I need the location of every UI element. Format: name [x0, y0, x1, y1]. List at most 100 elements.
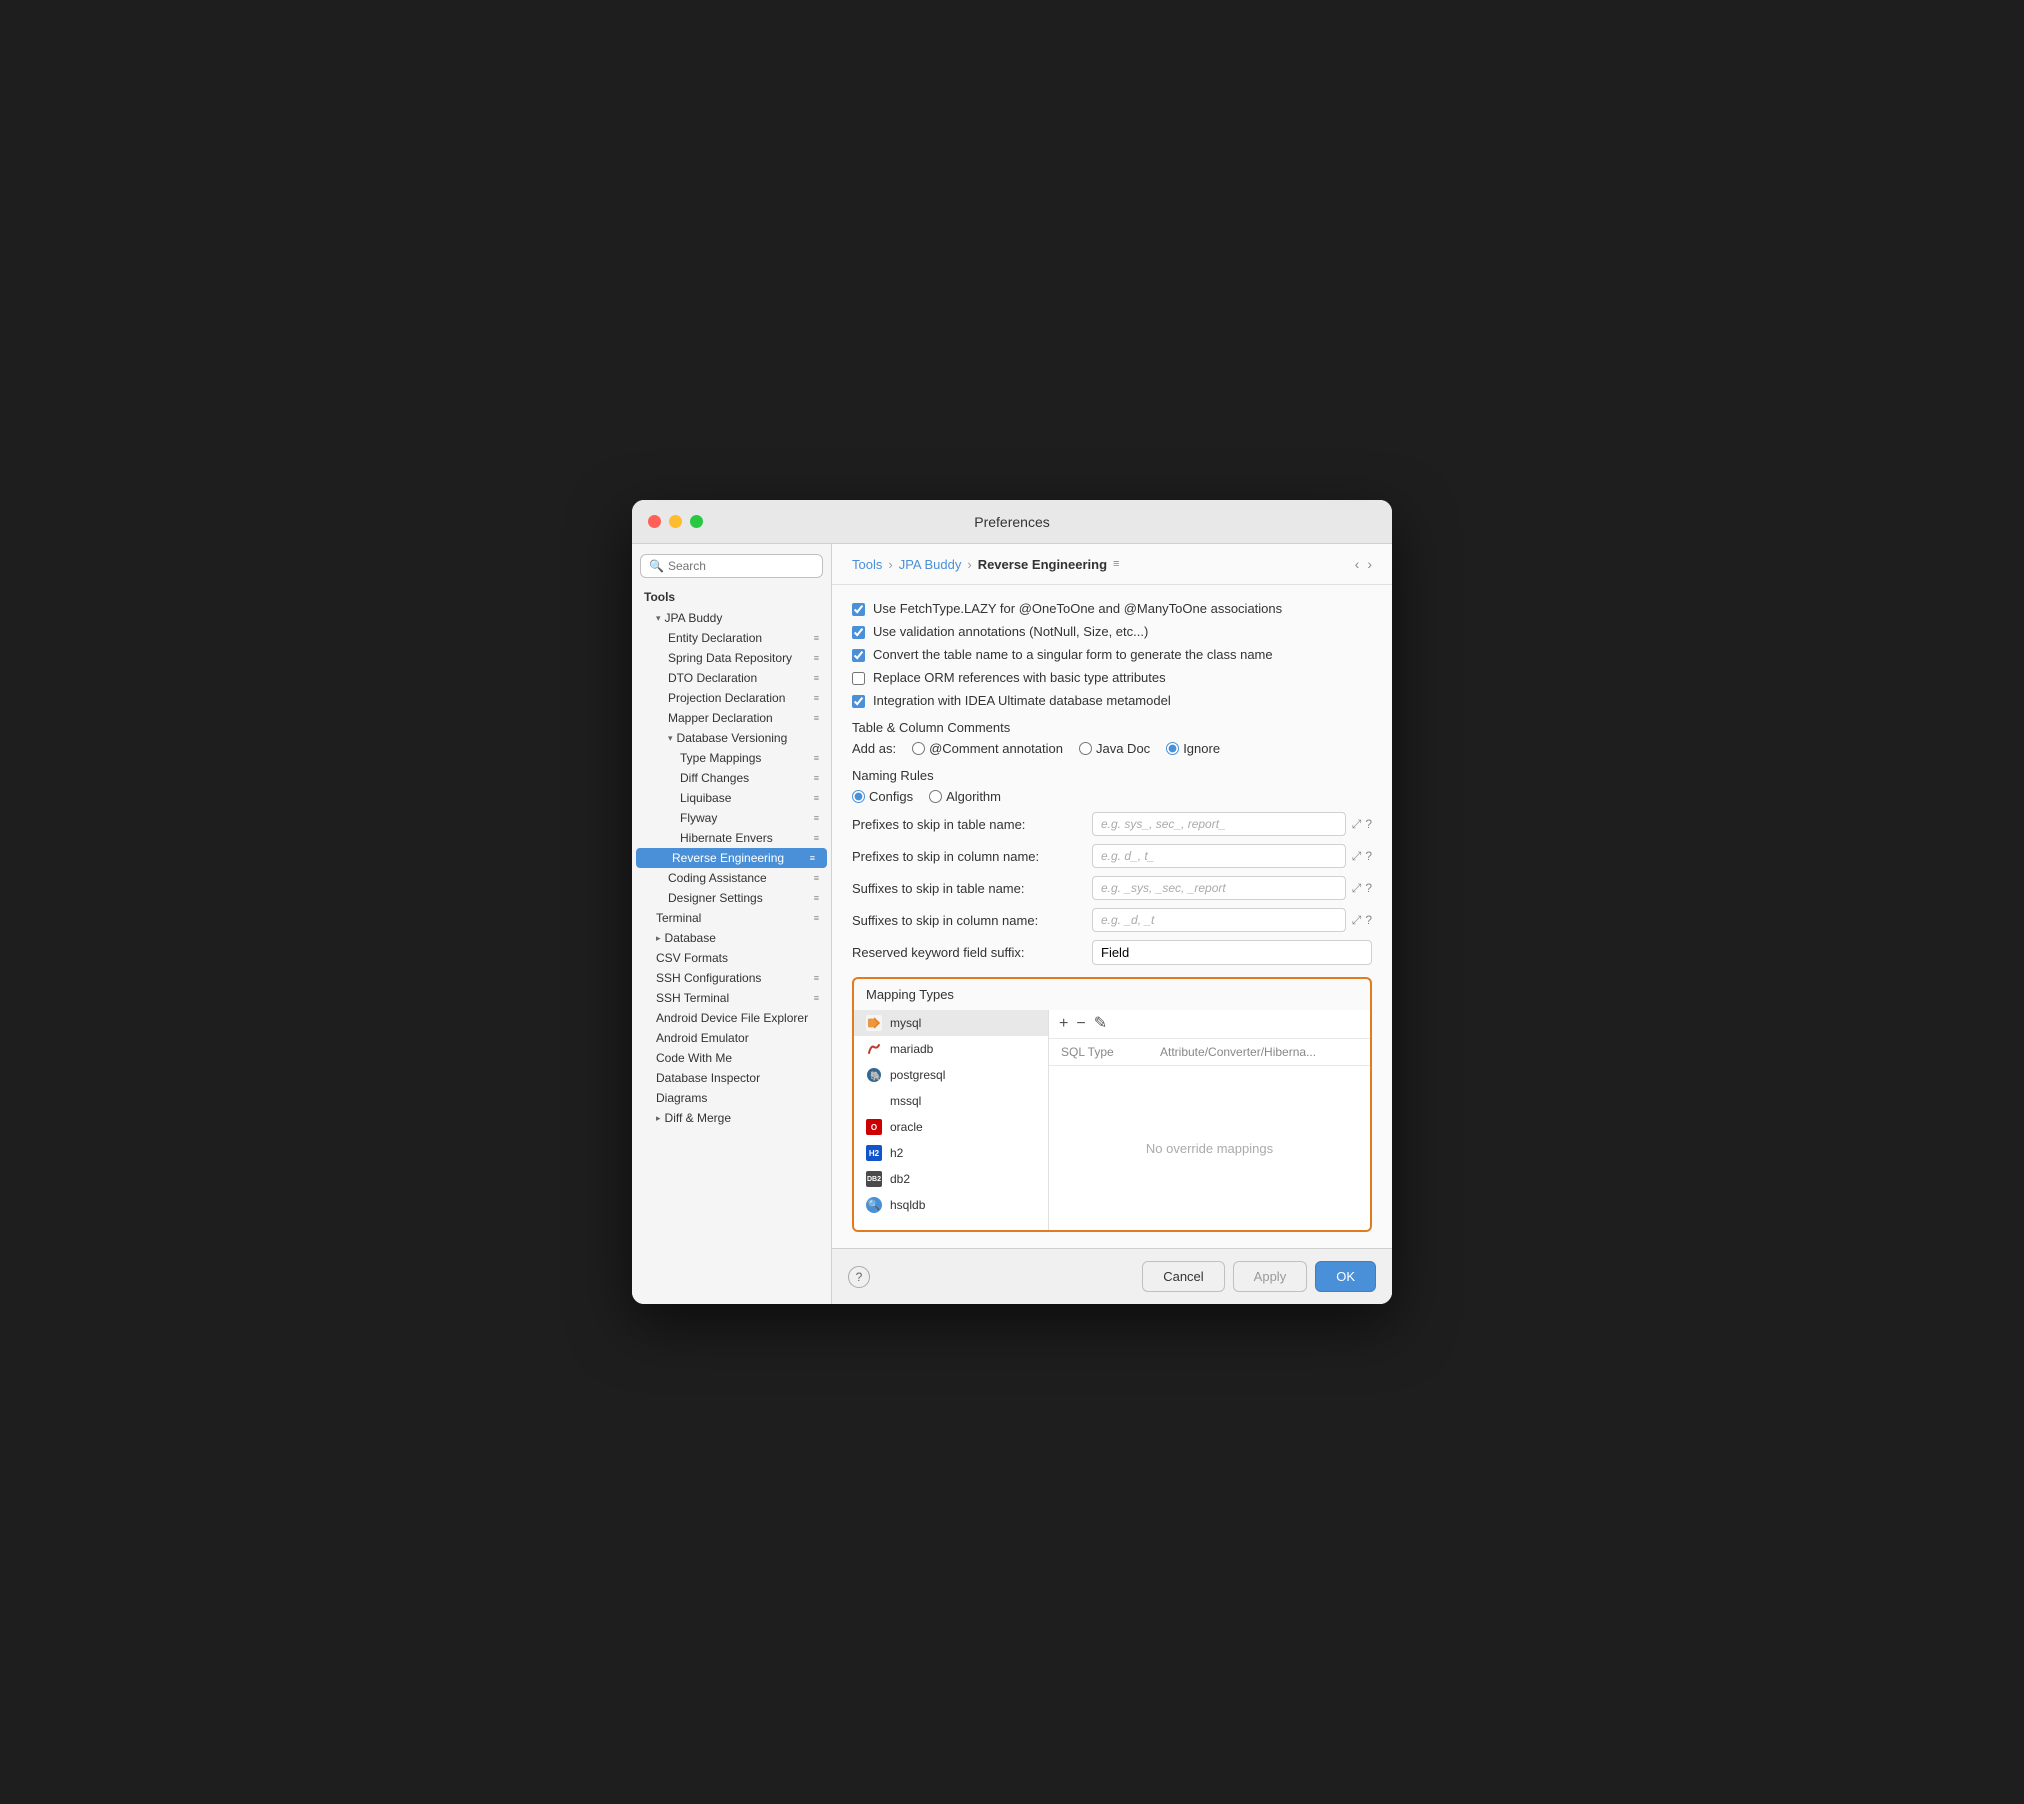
radio-ignore-label: Ignore — [1183, 741, 1220, 756]
db-item-mssql[interactable]: mssql — [854, 1088, 1048, 1114]
radio-comment-annotation-input[interactable] — [912, 742, 925, 755]
field-suffix-column-input[interactable]: e.g. _d, _t — [1092, 908, 1346, 932]
apply-button[interactable]: Apply — [1233, 1261, 1308, 1292]
add-mapping-button[interactable]: + — [1059, 1016, 1068, 1032]
field-prefix-column-input[interactable]: e.g. d_, t_ — [1092, 844, 1346, 868]
sql-type-col-header: SQL Type — [1061, 1045, 1160, 1059]
reserved-keyword-input[interactable] — [1092, 940, 1372, 965]
sidebar-item-diff-merge[interactable]: ▸ Diff & Merge — [632, 1108, 831, 1128]
db-item-db2[interactable]: DB2 db2 — [854, 1166, 1048, 1192]
sidebar-item-terminal[interactable]: Terminal ≡ — [632, 908, 831, 928]
cancel-button[interactable]: Cancel — [1142, 1261, 1224, 1292]
sidebar-item-ssh-terminal[interactable]: SSH Terminal ≡ — [632, 988, 831, 1008]
close-button[interactable] — [648, 515, 661, 528]
sidebar-item-projection-declaration[interactable]: Projection Declaration ≡ — [632, 688, 831, 708]
sidebar-item-type-mappings[interactable]: Type Mappings ≡ — [632, 748, 831, 768]
checkbox-singular-input[interactable] — [852, 649, 865, 662]
radio-java-doc-label: Java Doc — [1096, 741, 1150, 756]
sidebar-item-dto-declaration[interactable]: DTO Declaration ≡ — [632, 668, 831, 688]
edit-mapping-button[interactable]: ✎ — [1094, 1016, 1107, 1032]
checkbox-fetch-lazy-label: Use FetchType.LAZY for @OneToOne and @Ma… — [873, 601, 1282, 616]
hsqldb-icon: 🔍 — [866, 1197, 882, 1213]
reserved-keyword-row: Reserved keyword field suffix: — [852, 940, 1372, 965]
sidebar-item-database-versioning[interactable]: ▾ Database Versioning — [632, 728, 831, 748]
sidebar-item-android-device-file-explorer[interactable]: Android Device File Explorer — [632, 1008, 831, 1028]
radio-comment-annotation[interactable]: @Comment annotation — [912, 741, 1063, 756]
radio-comment-annotation-label: @Comment annotation — [929, 741, 1063, 756]
help-icon[interactable]: ? — [1365, 881, 1372, 896]
ok-button[interactable]: OK — [1315, 1261, 1376, 1292]
sidebar-item-mapper-declaration[interactable]: Mapper Declaration ≡ — [632, 708, 831, 728]
radio-ignore-input[interactable] — [1166, 742, 1179, 755]
sidebar-item-jpa-buddy[interactable]: ▾ JPA Buddy — [632, 608, 831, 628]
sidebar-item-csv-formats[interactable]: CSV Formats — [632, 948, 831, 968]
checkbox-fetch-lazy-input[interactable] — [852, 603, 865, 616]
checkbox-idea-integration-input[interactable] — [852, 695, 865, 708]
sidebar-item-label: Liquibase — [680, 791, 731, 805]
settings-icon: ≡ — [814, 693, 819, 703]
search-box[interactable]: 🔍 — [640, 554, 823, 578]
breadcrumb-sep-1: › — [888, 557, 892, 572]
checkbox-replace-orm-label: Replace ORM references with basic type a… — [873, 670, 1166, 685]
db-item-label: h2 — [890, 1146, 903, 1160]
radio-java-doc-input[interactable] — [1079, 742, 1092, 755]
sidebar-item-entity-declaration[interactable]: Entity Declaration ≡ — [632, 628, 831, 648]
sidebar-item-android-emulator[interactable]: Android Emulator — [632, 1028, 831, 1048]
sidebar-item-liquibase[interactable]: Liquibase ≡ — [632, 788, 831, 808]
sidebar-item-reverse-engineering[interactable]: Reverse Engineering ≡ — [636, 848, 827, 868]
sidebar-item-hibernate-envers[interactable]: Hibernate Envers ≡ — [632, 828, 831, 848]
radio-ignore[interactable]: Ignore — [1166, 741, 1220, 756]
sidebar-item-database[interactable]: ▸ Database — [632, 928, 831, 948]
radio-configs-input[interactable] — [852, 790, 865, 803]
expand-icon[interactable]: ⤢ — [1352, 817, 1362, 832]
expand-icon[interactable]: ⤢ — [1352, 849, 1362, 864]
sidebar-item-diff-changes[interactable]: Diff Changes ≡ — [632, 768, 831, 788]
sidebar-item-coding-assistance[interactable]: Coding Assistance ≡ — [632, 868, 831, 888]
expand-icon[interactable]: ⤢ — [1352, 881, 1362, 896]
radio-algorithm-input[interactable] — [929, 790, 942, 803]
db-item-mariadb[interactable]: mariadb — [854, 1036, 1048, 1062]
sidebar-item-label: CSV Formats — [656, 951, 728, 965]
breadcrumb-sep-2: › — [967, 557, 971, 572]
radio-java-doc[interactable]: Java Doc — [1079, 741, 1150, 756]
breadcrumb-tools[interactable]: Tools — [852, 557, 882, 572]
search-input[interactable] — [668, 559, 814, 573]
sidebar-item-label: Android Emulator — [656, 1031, 749, 1045]
db-item-hsqldb[interactable]: 🔍 hsqldb — [854, 1192, 1048, 1218]
sidebar-item-label: Database Inspector — [656, 1071, 760, 1085]
sidebar-item-spring-data-repository[interactable]: Spring Data Repository ≡ — [632, 648, 831, 668]
radio-configs[interactable]: Configs — [852, 789, 913, 804]
sidebar-item-diagrams[interactable]: Diagrams — [632, 1088, 831, 1108]
db-item-h2[interactable]: H2 h2 — [854, 1140, 1048, 1166]
checkbox-validation-input[interactable] — [852, 626, 865, 639]
help-icon[interactable]: ? — [1365, 913, 1372, 928]
sidebar-item-label: Code With Me — [656, 1051, 732, 1065]
maximize-button[interactable] — [690, 515, 703, 528]
expand-icon[interactable]: ⤢ — [1352, 913, 1362, 928]
field-suffix-column: Suffixes to skip in column name: e.g. _d… — [852, 908, 1372, 932]
db-item-postgresql[interactable]: 🐘 postgresql — [854, 1062, 1048, 1088]
sidebar-item-database-inspector[interactable]: Database Inspector — [632, 1068, 831, 1088]
field-prefix-table-input[interactable]: e.g. sys_, sec_, report_ — [1092, 812, 1346, 836]
remove-mapping-button[interactable]: − — [1076, 1016, 1085, 1032]
checkbox-singular-label: Convert the table name to a singular for… — [873, 647, 1273, 662]
minimize-button[interactable] — [669, 515, 682, 528]
sidebar-item-designer-settings[interactable]: Designer Settings ≡ — [632, 888, 831, 908]
field-suffix-table-input[interactable]: e.g. _sys, _sec, _report — [1092, 876, 1346, 900]
help-icon[interactable]: ? — [1365, 849, 1372, 864]
radio-algorithm[interactable]: Algorithm — [929, 789, 1001, 804]
breadcrumb-nav-icon: ≡ — [1113, 558, 1119, 570]
breadcrumb-jpa-buddy[interactable]: JPA Buddy — [899, 557, 962, 572]
db-item-oracle[interactable]: O oracle — [854, 1114, 1048, 1140]
db-item-label: mysql — [890, 1016, 921, 1030]
help-icon[interactable]: ? — [1365, 817, 1372, 832]
sidebar-item-flyway[interactable]: Flyway ≡ — [632, 808, 831, 828]
db-item-mysql[interactable]: mysql — [854, 1010, 1048, 1036]
nav-back-button[interactable]: ‹ — [1355, 556, 1360, 572]
sidebar-item-code-with-me[interactable]: Code With Me — [632, 1048, 831, 1068]
nav-forward-button[interactable]: › — [1367, 556, 1372, 572]
help-button[interactable]: ? — [848, 1266, 870, 1288]
checkbox-replace-orm-input[interactable] — [852, 672, 865, 685]
sidebar-item-ssh-configurations[interactable]: SSH Configurations ≡ — [632, 968, 831, 988]
db-item-label: db2 — [890, 1172, 910, 1186]
